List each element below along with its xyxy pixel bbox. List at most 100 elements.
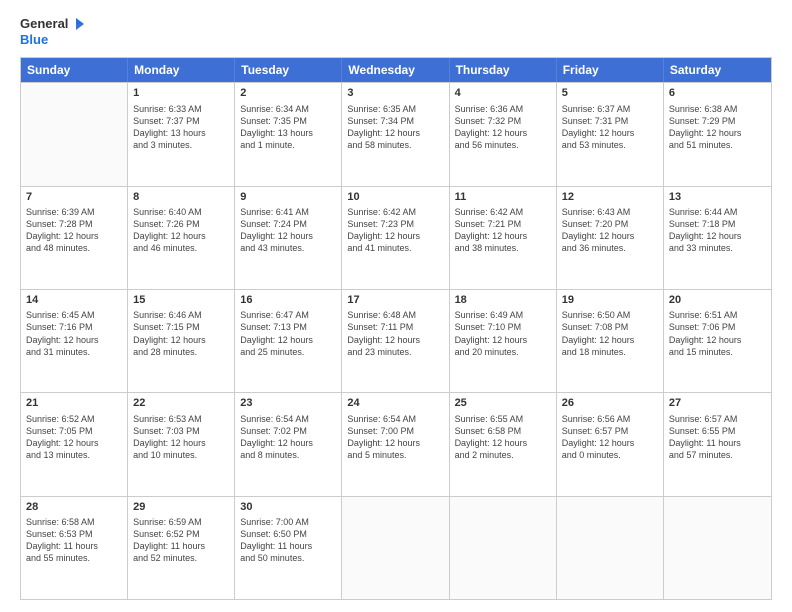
day-number: 6 [669,86,766,101]
calendar-body: 1Sunrise: 6:33 AMSunset: 7:37 PMDaylight… [21,82,771,599]
daylight-text: Daylight: 13 hours [240,127,336,139]
sunset-text: Sunset: 7:16 PM [26,321,122,333]
sunrise-text: Sunrise: 6:46 AM [133,309,229,321]
day-number: 3 [347,86,443,101]
daylight-text-2: and 36 minutes. [562,242,658,254]
day-number: 30 [240,500,336,515]
sunset-text: Sunset: 7:03 PM [133,425,229,437]
cal-cell-2-2: 16Sunrise: 6:47 AMSunset: 7:13 PMDayligh… [235,290,342,392]
cal-cell-3-4: 25Sunrise: 6:55 AMSunset: 6:58 PMDayligh… [450,393,557,495]
cal-cell-3-2: 23Sunrise: 6:54 AMSunset: 7:02 PMDayligh… [235,393,342,495]
cal-cell-3-0: 21Sunrise: 6:52 AMSunset: 7:05 PMDayligh… [21,393,128,495]
calendar-row-2: 14Sunrise: 6:45 AMSunset: 7:16 PMDayligh… [21,289,771,392]
daylight-text: Daylight: 12 hours [133,334,229,346]
daylight-text: Daylight: 12 hours [455,334,551,346]
day-number: 20 [669,293,766,308]
daylight-text: Daylight: 12 hours [26,334,122,346]
daylight-text-2: and 50 minutes. [240,552,336,564]
day-number: 4 [455,86,551,101]
day-number: 8 [133,190,229,205]
daylight-text-2: and 0 minutes. [562,449,658,461]
day-number: 7 [26,190,122,205]
cal-cell-1-3: 10Sunrise: 6:42 AMSunset: 7:23 PMDayligh… [342,187,449,289]
daylight-text-2: and 48 minutes. [26,242,122,254]
sunrise-text: Sunrise: 6:55 AM [455,413,551,425]
sunset-text: Sunset: 7:34 PM [347,115,443,127]
sunrise-text: Sunrise: 6:33 AM [133,103,229,115]
calendar-row-0: 1Sunrise: 6:33 AMSunset: 7:37 PMDaylight… [21,82,771,185]
daylight-text-2: and 51 minutes. [669,139,766,151]
sunrise-text: Sunrise: 6:54 AM [347,413,443,425]
daylight-text: Daylight: 11 hours [240,540,336,552]
day-number: 19 [562,293,658,308]
sunrise-text: Sunrise: 6:36 AM [455,103,551,115]
sunrise-text: Sunrise: 6:42 AM [347,206,443,218]
cal-cell-2-3: 17Sunrise: 6:48 AMSunset: 7:11 PMDayligh… [342,290,449,392]
cal-cell-4-3 [342,497,449,599]
sunset-text: Sunset: 7:18 PM [669,218,766,230]
sunrise-text: Sunrise: 6:42 AM [455,206,551,218]
sunrise-text: Sunrise: 6:49 AM [455,309,551,321]
sunset-text: Sunset: 6:55 PM [669,425,766,437]
daylight-text: Daylight: 12 hours [455,437,551,449]
daylight-text: Daylight: 12 hours [669,127,766,139]
cal-cell-0-0 [21,83,128,185]
cal-cell-4-2: 30Sunrise: 7:00 AMSunset: 6:50 PMDayligh… [235,497,342,599]
sunset-text: Sunset: 7:28 PM [26,218,122,230]
daylight-text-2: and 57 minutes. [669,449,766,461]
daylight-text-2: and 31 minutes. [26,346,122,358]
cal-cell-0-3: 3Sunrise: 6:35 AMSunset: 7:34 PMDaylight… [342,83,449,185]
day-number: 10 [347,190,443,205]
daylight-text: Daylight: 12 hours [347,230,443,242]
daylight-text-2: and 28 minutes. [133,346,229,358]
sunset-text: Sunset: 7:24 PM [240,218,336,230]
sunrise-text: Sunrise: 6:45 AM [26,309,122,321]
sunrise-text: Sunrise: 6:56 AM [562,413,658,425]
daylight-text-2: and 1 minute. [240,139,336,151]
cal-cell-0-5: 5Sunrise: 6:37 AMSunset: 7:31 PMDaylight… [557,83,664,185]
daylight-text: Daylight: 12 hours [455,230,551,242]
sunset-text: Sunset: 6:50 PM [240,528,336,540]
sunrise-text: Sunrise: 6:52 AM [26,413,122,425]
day-number: 29 [133,500,229,515]
sunset-text: Sunset: 7:10 PM [455,321,551,333]
daylight-text: Daylight: 12 hours [347,437,443,449]
day-number: 18 [455,293,551,308]
sunrise-text: Sunrise: 6:37 AM [562,103,658,115]
sunrise-text: Sunrise: 6:58 AM [26,516,122,528]
cal-cell-3-6: 27Sunrise: 6:57 AMSunset: 6:55 PMDayligh… [664,393,771,495]
daylight-text-2: and 56 minutes. [455,139,551,151]
calendar-row-3: 21Sunrise: 6:52 AMSunset: 7:05 PMDayligh… [21,392,771,495]
sunset-text: Sunset: 7:32 PM [455,115,551,127]
sunset-text: Sunset: 7:11 PM [347,321,443,333]
daylight-text-2: and 33 minutes. [669,242,766,254]
day-number: 9 [240,190,336,205]
sunrise-text: Sunrise: 7:00 AM [240,516,336,528]
sunset-text: Sunset: 7:35 PM [240,115,336,127]
cal-cell-2-5: 19Sunrise: 6:50 AMSunset: 7:08 PMDayligh… [557,290,664,392]
calendar-header: SundayMondayTuesdayWednesdayThursdayFrid… [21,58,771,82]
daylight-text: Daylight: 12 hours [455,127,551,139]
header-day-tuesday: Tuesday [235,58,342,82]
day-number: 22 [133,396,229,411]
cal-cell-3-5: 26Sunrise: 6:56 AMSunset: 6:57 PMDayligh… [557,393,664,495]
daylight-text-2: and 2 minutes. [455,449,551,461]
sunrise-text: Sunrise: 6:44 AM [669,206,766,218]
day-number: 25 [455,396,551,411]
sunrise-text: Sunrise: 6:48 AM [347,309,443,321]
day-number: 5 [562,86,658,101]
daylight-text: Daylight: 12 hours [347,334,443,346]
daylight-text: Daylight: 12 hours [240,437,336,449]
cal-cell-2-0: 14Sunrise: 6:45 AMSunset: 7:16 PMDayligh… [21,290,128,392]
daylight-text: Daylight: 12 hours [562,437,658,449]
daylight-text: Daylight: 12 hours [562,230,658,242]
day-number: 2 [240,86,336,101]
daylight-text-2: and 58 minutes. [347,139,443,151]
daylight-text: Daylight: 11 hours [669,437,766,449]
cal-cell-4-5 [557,497,664,599]
daylight-text-2: and 10 minutes. [133,449,229,461]
sunrise-text: Sunrise: 6:40 AM [133,206,229,218]
header-day-monday: Monday [128,58,235,82]
cal-cell-4-1: 29Sunrise: 6:59 AMSunset: 6:52 PMDayligh… [128,497,235,599]
daylight-text: Daylight: 11 hours [26,540,122,552]
